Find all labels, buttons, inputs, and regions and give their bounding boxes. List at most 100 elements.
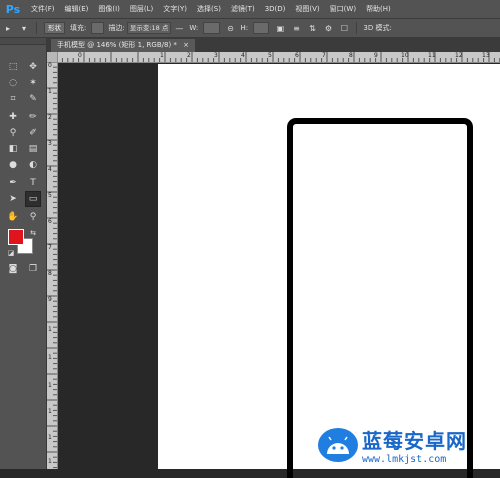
- ruler-label: 1: [48, 458, 52, 465]
- ruler-label: 8: [48, 270, 52, 277]
- ruler-label: 7: [48, 244, 52, 251]
- ruler-label: 11: [428, 52, 436, 59]
- document-tab[interactable]: 手机模型 @ 146% (矩形 1, RGB/8) * ×: [51, 39, 196, 52]
- ruler-label: 9: [48, 296, 52, 303]
- android-robot-icon: [318, 427, 358, 462]
- lasso-tool-icon[interactable]: ◌: [6, 76, 20, 90]
- brush-tool-icon[interactable]: ✏: [26, 110, 40, 124]
- eyedropper-tool-icon[interactable]: ✎: [26, 92, 40, 106]
- menu-filter[interactable]: 滤镜(T): [226, 4, 260, 14]
- eraser-tool-icon[interactable]: ◧: [6, 142, 20, 156]
- menu-bar: Ps 文件(F) 编辑(E) 图像(I) 图层(L) 文字(Y) 选择(S) 滤…: [0, 0, 500, 19]
- zoom-tool-icon[interactable]: ⚲: [26, 210, 40, 224]
- photoshop-logo: Ps: [5, 2, 21, 16]
- gradient-tool-icon[interactable]: ▤: [26, 142, 40, 156]
- foreground-color-swatch[interactable]: [8, 229, 24, 245]
- menu-select[interactable]: 选择(S): [192, 4, 226, 14]
- vertical-ruler[interactable]: 0 1 2 3 4 5 6 7 8 9 1 1 1 1 1 1: [47, 62, 58, 469]
- ruler-label: 3: [214, 52, 218, 59]
- site-watermark: 蓝莓安卓网 www.lmkjst.com: [318, 420, 500, 469]
- crop-tool-icon[interactable]: ⌗: [6, 92, 20, 106]
- ruler-label: 1: [48, 326, 52, 333]
- healing-brush-tool-icon[interactable]: ✚: [6, 110, 20, 124]
- watermark-title: 蓝莓安卓网: [362, 428, 467, 453]
- width-field[interactable]: [203, 22, 220, 34]
- ruler-label: 5: [268, 52, 272, 59]
- tool-preset-dropdown-icon[interactable]: ▾: [19, 23, 29, 33]
- path-operations-icon[interactable]: ▣: [275, 23, 285, 33]
- clone-stamp-tool-icon[interactable]: ⚲: [6, 126, 20, 140]
- ruler-label: 1: [48, 408, 52, 415]
- ruler-label: 1: [48, 88, 52, 95]
- pen-tool-icon[interactable]: ✒: [6, 176, 20, 190]
- menu-file[interactable]: 文件(F): [26, 4, 60, 14]
- menu-type[interactable]: 文字(Y): [158, 4, 192, 14]
- ruler-label: 13: [482, 52, 490, 59]
- ruler-label: 1: [160, 52, 164, 59]
- height-label: H:: [240, 24, 249, 32]
- move-tool-icon[interactable]: ✥: [26, 60, 40, 74]
- ruler-label: 0: [48, 62, 52, 69]
- link-icon[interactable]: ⊝: [226, 23, 236, 33]
- divider: [356, 22, 358, 34]
- ruler-label: 8: [349, 52, 353, 59]
- fill-label: 填充:: [70, 24, 87, 32]
- ruler-label: 4: [241, 52, 245, 59]
- hand-tool-icon[interactable]: ✋: [6, 210, 20, 224]
- ruler-label: 5: [48, 192, 52, 199]
- height-field[interactable]: [253, 22, 270, 34]
- stroke-label: 描边:: [108, 24, 125, 32]
- default-colors-icon[interactable]: ◪: [4, 246, 18, 260]
- panel-grip[interactable]: [0, 38, 46, 45]
- path-alignment-icon[interactable]: ≡: [291, 23, 301, 33]
- marquee-tool-icon[interactable]: ⬚: [6, 60, 20, 74]
- watermark-url: www.lmkjst.com: [362, 453, 447, 465]
- horizontal-ruler[interactable]: 0 1 2 3 4 5 6 7 8 9 10 11 12 13: [57, 52, 500, 63]
- ruler-label: 4: [48, 166, 52, 173]
- rectangle-tool-icon[interactable]: ▭: [25, 191, 41, 207]
- stroke-type-icon[interactable]: —: [174, 23, 184, 33]
- path-selection-tool-icon[interactable]: ➤: [6, 192, 20, 206]
- ruler-label: 10: [401, 52, 409, 59]
- screen-mode-icon[interactable]: ❐: [26, 262, 40, 276]
- menu-3d[interactable]: 3D(D): [260, 5, 291, 13]
- quick-mask-icon[interactable]: ◙: [6, 262, 20, 276]
- divider: [36, 22, 37, 34]
- swap-colors-icon[interactable]: ⇆: [26, 226, 40, 240]
- width-label: W:: [189, 24, 199, 32]
- ruler-origin[interactable]: [47, 52, 57, 62]
- close-tab-icon[interactable]: ×: [183, 41, 189, 49]
- ruler-label: 2: [187, 52, 191, 59]
- menu-help[interactable]: 帮助(H): [361, 4, 396, 14]
- path-select-tool-icon[interactable]: ▸: [3, 23, 13, 33]
- options-bar: ▸ ▾ 形状 填充: 描边: 显示变:18 点 — W: ⊝ H: ▣ ≡ ⇅ …: [0, 19, 500, 38]
- menu-layer[interactable]: 图层(L): [125, 4, 158, 14]
- menu-window[interactable]: 窗口(W): [325, 4, 361, 14]
- ruler-label: 1: [48, 354, 52, 361]
- magic-wand-tool-icon[interactable]: ✶: [26, 76, 40, 90]
- menu-view[interactable]: 视图(V): [290, 4, 324, 14]
- ruler-label: 3: [48, 140, 52, 147]
- align-edges-icon[interactable]: ☐: [339, 23, 349, 33]
- ruler-label: 1: [48, 434, 52, 441]
- history-brush-tool-icon[interactable]: ✐: [26, 126, 40, 140]
- document-tab-bar: 手机模型 @ 146% (矩形 1, RGB/8) * ×: [47, 38, 500, 52]
- 3d-mode-label: 3D 模式:: [363, 24, 392, 32]
- path-arrangement-icon[interactable]: ⇅: [307, 23, 317, 33]
- ruler-label: 0: [78, 52, 82, 59]
- menu-image[interactable]: 图像(I): [93, 4, 125, 14]
- ruler-label: 1: [48, 382, 52, 389]
- settings-gear-icon[interactable]: ⚙: [323, 23, 333, 33]
- ruler-label: 7: [322, 52, 326, 59]
- type-tool-icon[interactable]: T: [26, 176, 40, 190]
- blur-tool-icon[interactable]: ●: [6, 158, 20, 172]
- fill-swatch[interactable]: [91, 22, 104, 34]
- stroke-width-field[interactable]: 显示变:18 点: [126, 22, 172, 34]
- ruler-label: 6: [48, 218, 52, 225]
- ruler-label: 6: [295, 52, 299, 59]
- dodge-tool-icon[interactable]: ◐: [26, 158, 40, 172]
- mode-dropdown[interactable]: 形状: [44, 22, 65, 34]
- document-tab-title: 手机模型 @ 146% (矩形 1, RGB/8) *: [57, 41, 177, 49]
- menu-edit[interactable]: 编辑(E): [60, 4, 94, 14]
- ruler-label: 2: [48, 114, 52, 121]
